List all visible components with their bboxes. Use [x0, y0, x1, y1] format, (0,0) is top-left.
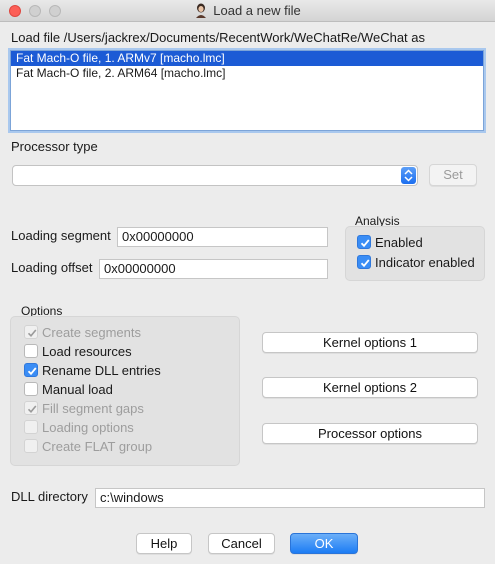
load-file-dialog: Load a new file Load file /Users/jackrex…: [0, 0, 495, 564]
cancel-button[interactable]: Cancel: [208, 533, 275, 554]
processor-type-label: Processor type: [11, 139, 98, 154]
load-resources-label: Load resources: [42, 344, 132, 359]
processor-type-select[interactable]: [12, 165, 418, 186]
manual-load-checkbox[interactable]: Manual load: [24, 382, 113, 399]
file-type-item[interactable]: Fat Mach-O file, 1. ARMv7 [macho.lmc]: [11, 51, 483, 66]
rename-dll-entries-label: Rename DLL entries: [42, 363, 161, 378]
load-resources-checkbox[interactable]: Load resources: [24, 344, 132, 361]
checkbox-checked-icon: [357, 235, 371, 249]
title-bar[interactable]: Load a new file: [0, 0, 495, 22]
fill-segment-gaps-checkbox[interactable]: Fill segment gaps: [24, 401, 144, 418]
set-processor-button[interactable]: Set: [429, 164, 477, 186]
kernel-options-2-button[interactable]: Kernel options 2: [262, 377, 478, 398]
rename-dll-entries-checkbox[interactable]: Rename DLL entries: [24, 363, 161, 380]
loading-segment-label: Loading segment: [11, 228, 111, 243]
loading-options-checkbox[interactable]: Loading options: [24, 420, 134, 437]
analysis-enabled-checkbox[interactable]: Enabled: [357, 235, 423, 252]
help-button[interactable]: Help: [136, 533, 192, 554]
indicator-enabled-label: Indicator enabled: [375, 255, 475, 270]
file-type-item[interactable]: Fat Mach-O file, 2. ARM64 [macho.lmc]: [11, 66, 483, 81]
kernel-options-1-button[interactable]: Kernel options 1: [262, 332, 478, 353]
loading-offset-label: Loading offset: [11, 260, 93, 275]
checkbox-unchecked-icon: [24, 382, 38, 396]
dll-directory-input[interactable]: c:\windows: [95, 488, 485, 508]
app-icon: [194, 3, 208, 18]
checkbox-unchecked-icon: [24, 420, 38, 434]
checkbox-unchecked-icon: [24, 439, 38, 453]
create-flat-group-checkbox[interactable]: Create FLAT group: [24, 439, 152, 456]
fill-segment-gaps-label: Fill segment gaps: [42, 401, 144, 416]
checkbox-unchecked-icon: [24, 344, 38, 358]
load-file-label: Load file /Users/jackrex/Documents/Recen…: [11, 30, 426, 45]
indicator-enabled-checkbox[interactable]: Indicator enabled: [357, 255, 475, 272]
manual-load-label: Manual load: [42, 382, 113, 397]
ok-button[interactable]: OK: [290, 533, 358, 554]
chevron-updown-icon[interactable]: [401, 167, 416, 184]
loading-options-label: Loading options: [42, 420, 134, 435]
loading-offset-input[interactable]: 0x00000000: [99, 259, 328, 279]
checkbox-checked-icon: [24, 401, 38, 415]
checkbox-checked-icon: [24, 325, 38, 339]
processor-options-button[interactable]: Processor options: [262, 423, 478, 444]
loading-segment-input[interactable]: 0x00000000: [117, 227, 328, 247]
create-flat-group-label: Create FLAT group: [42, 439, 153, 454]
create-segments-label: Create segments: [42, 325, 141, 340]
processor-type-value: [13, 168, 18, 183]
file-type-list[interactable]: Fat Mach-O file, 1. ARMv7 [macho.lmc] Fa…: [10, 50, 484, 131]
create-segments-checkbox[interactable]: Create segments: [24, 325, 141, 342]
window-title-group: Load a new file: [0, 3, 495, 18]
checkbox-checked-icon: [357, 255, 371, 269]
window-title: Load a new file: [213, 3, 301, 18]
checkbox-checked-icon: [24, 363, 38, 377]
dll-directory-label: DLL directory: [11, 489, 88, 504]
analysis-enabled-label: Enabled: [375, 235, 423, 250]
